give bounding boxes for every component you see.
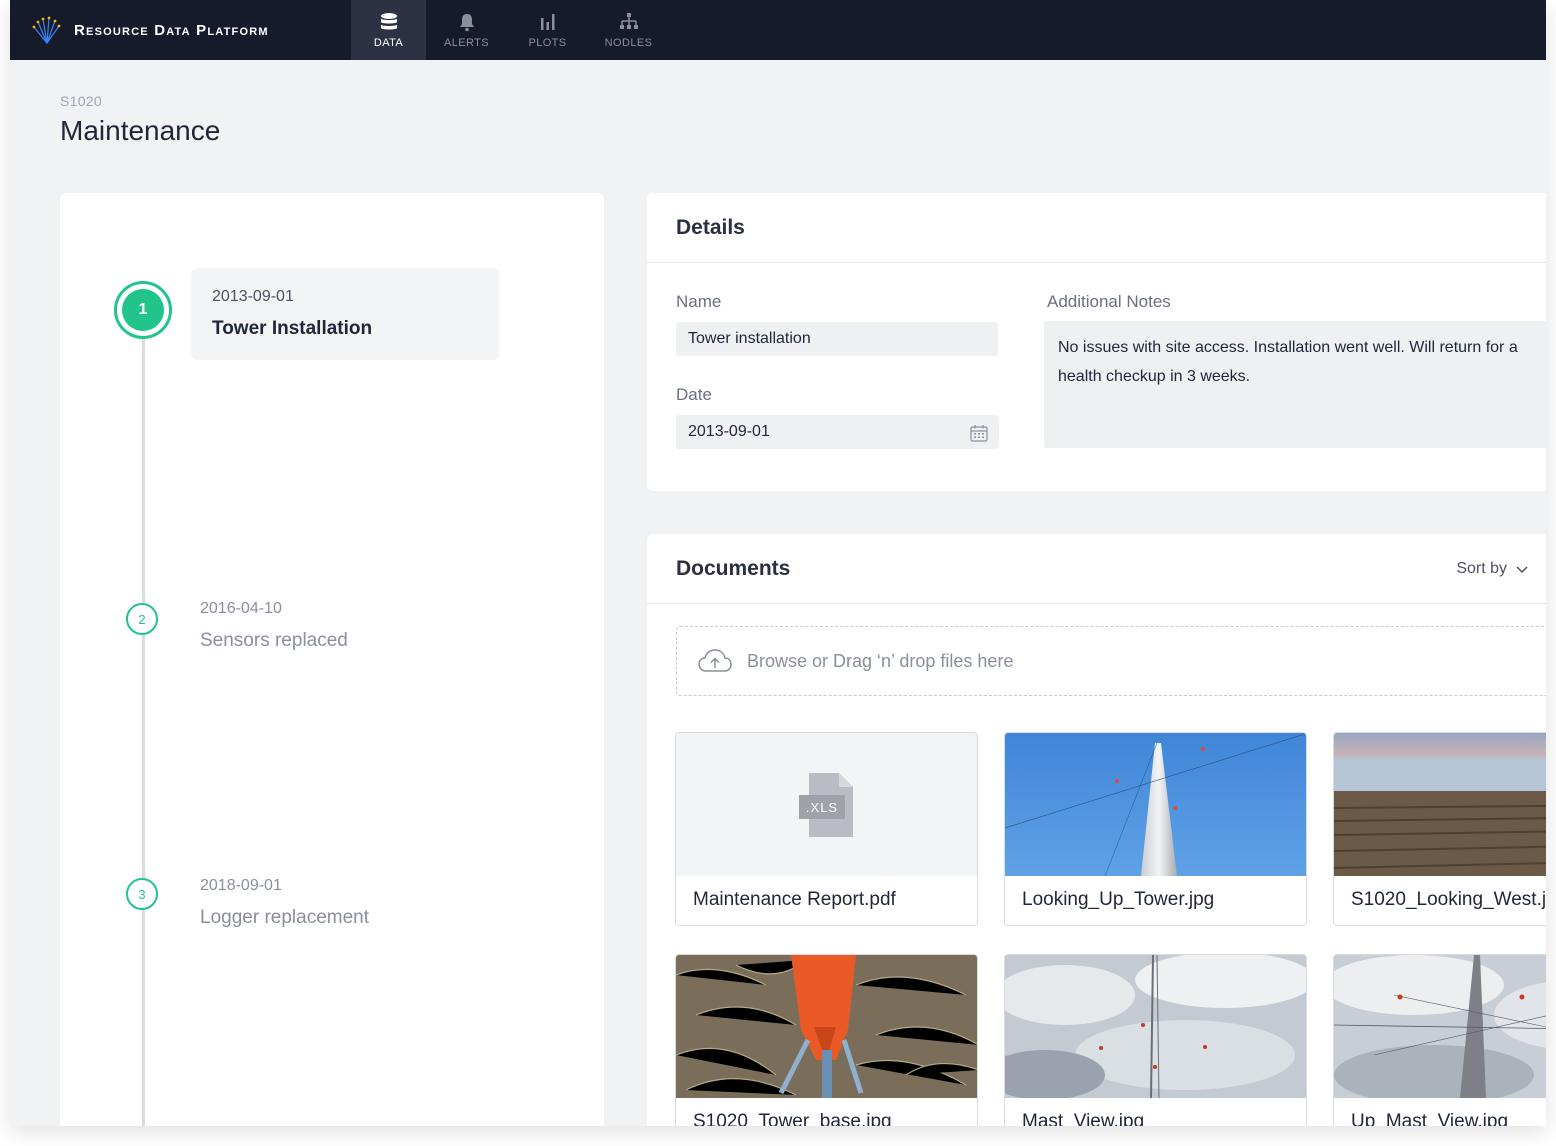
file-thumbnail bbox=[1334, 733, 1546, 876]
logo-icon bbox=[32, 16, 61, 44]
timeline-panel: 1 2013-09-01 Tower Installation 2 2016-0… bbox=[60, 193, 604, 1126]
nav-item-alerts[interactable]: ALERTS bbox=[426, 0, 507, 60]
notes-label: Additional Notes bbox=[1047, 292, 1171, 311]
documents-header: Documents bbox=[647, 534, 1546, 604]
nav-item-plots[interactable]: PLOTS bbox=[507, 0, 588, 60]
timeline-step-2-marker[interactable]: 2 bbox=[126, 603, 158, 635]
file-card[interactable]: Up_Mast_View.jpg bbox=[1333, 954, 1546, 1126]
file-card[interactable]: Looking_Up_Tower.jpg bbox=[1004, 732, 1307, 926]
name-field[interactable]: Tower installation bbox=[676, 322, 998, 356]
date-field[interactable]: 2013-09-01 bbox=[676, 415, 999, 449]
documents-title: Documents bbox=[676, 556, 791, 580]
page-title: Maintenance bbox=[60, 115, 221, 146]
file-thumbnail bbox=[1334, 955, 1546, 1098]
tower-photo bbox=[1005, 733, 1306, 876]
calendar-icon[interactable] bbox=[969, 423, 989, 443]
nav-item-nodles[interactable]: NODLES bbox=[588, 0, 669, 60]
details-title: Details bbox=[676, 215, 745, 239]
nav-label-alerts: ALERTS bbox=[444, 36, 489, 49]
file-card[interactable]: S1020_Tower_base.jpg bbox=[675, 954, 978, 1126]
documents-panel: Documents Sort by Browse or Drag ‘n’ dro… bbox=[647, 534, 1546, 1126]
timeline-item-label: Logger replacement bbox=[200, 907, 369, 928]
nav-label-data: DATA bbox=[373, 36, 404, 49]
chevron-down-icon bbox=[1516, 566, 1528, 574]
bar-chart-icon bbox=[540, 13, 554, 30]
up-mast-photo bbox=[1334, 955, 1546, 1098]
file-thumbnail bbox=[676, 955, 977, 1098]
timeline-item-date: 2016-04-10 bbox=[200, 600, 282, 617]
timeline-step-1-marker[interactable]: 1 bbox=[114, 281, 172, 339]
timeline-item[interactable]: 2018-09-01 Logger replacement bbox=[200, 877, 369, 929]
brand[interactable]: Resource Data Platform bbox=[30, 0, 269, 60]
details-panel: Details Name Tower installation Date 201… bbox=[647, 193, 1546, 491]
timeline-item[interactable]: 2016-04-10 Sensors replaced bbox=[200, 600, 348, 652]
timeline-step-3-marker[interactable]: 3 bbox=[126, 878, 158, 910]
timeline-step-1-number: 1 bbox=[122, 289, 164, 331]
file-name: S1020_Looking_West.jpg bbox=[1351, 889, 1546, 910]
file-name: S1020_Tower_base.jpg bbox=[693, 1111, 892, 1126]
timeline-item-label: Tower Installation bbox=[212, 318, 373, 339]
xls-file-icon: .XLS bbox=[799, 773, 853, 837]
file-card[interactable]: S1020_Looking_West.jpg bbox=[1333, 732, 1546, 926]
date-value: 2013-09-01 bbox=[688, 423, 770, 440]
sort-label: Sort by bbox=[1456, 560, 1507, 577]
file-thumbnail bbox=[1005, 733, 1306, 876]
timeline-item-date: 2013-09-01 bbox=[212, 288, 294, 305]
breadcrumb[interactable]: S1020 bbox=[60, 93, 102, 109]
cloud-upload-icon bbox=[698, 649, 732, 672]
bell-icon bbox=[459, 13, 474, 31]
notes-field[interactable]: No issues with site access. Installation… bbox=[1044, 321, 1546, 448]
nav-label-plots: PLOTS bbox=[528, 36, 567, 49]
field-photo bbox=[1334, 733, 1546, 876]
date-label: Date bbox=[676, 385, 712, 404]
dropzone-text: Browse or Drag ‘n’ drop files here bbox=[747, 650, 1014, 671]
file-name: Maintenance Report.pdf bbox=[693, 889, 896, 910]
nav-item-data[interactable]: DATA bbox=[351, 0, 426, 60]
xls-badge-text: .XLS bbox=[806, 800, 838, 815]
file-name: Up_Mast_View.jpg bbox=[1351, 1111, 1509, 1126]
main-nav: DATA ALERTS PLOTS NODLES bbox=[351, 0, 669, 60]
timeline-item-label: Sensors replaced bbox=[200, 630, 348, 651]
database-icon bbox=[380, 12, 397, 29]
timeline-line bbox=[142, 333, 145, 1126]
timeline-item-date: 2018-09-01 bbox=[200, 877, 282, 894]
top-nav-bar: Resource Data Platform DATA ALERTS PLOTS… bbox=[10, 0, 1546, 60]
file-card[interactable]: Mast_View.jpg bbox=[1004, 954, 1307, 1126]
mast-photo bbox=[1005, 955, 1306, 1098]
file-dropzone[interactable]: Browse or Drag ‘n’ drop files here bbox=[676, 626, 1546, 696]
file-thumbnail: .XLS bbox=[676, 733, 977, 876]
name-label: Name bbox=[676, 292, 722, 311]
timeline-item-selected[interactable]: 2013-09-01 Tower Installation bbox=[191, 268, 499, 360]
hierarchy-icon bbox=[619, 12, 638, 29]
tower-base-photo bbox=[676, 955, 977, 1098]
app-window: Resource Data Platform DATA ALERTS PLOTS… bbox=[10, 0, 1546, 1126]
details-header: Details bbox=[647, 193, 1546, 263]
app-name: Resource Data Platform bbox=[74, 21, 269, 39]
file-name: Looking_Up_Tower.jpg bbox=[1022, 889, 1215, 910]
file-name: Mast_View.jpg bbox=[1022, 1111, 1145, 1126]
sort-dropdown[interactable]: Sort by bbox=[1456, 560, 1529, 578]
file-thumbnail bbox=[1005, 955, 1306, 1098]
nav-label-nodles: NODLES bbox=[604, 36, 653, 49]
file-card[interactable]: .XLS Maintenance Report.pdf bbox=[675, 732, 978, 926]
